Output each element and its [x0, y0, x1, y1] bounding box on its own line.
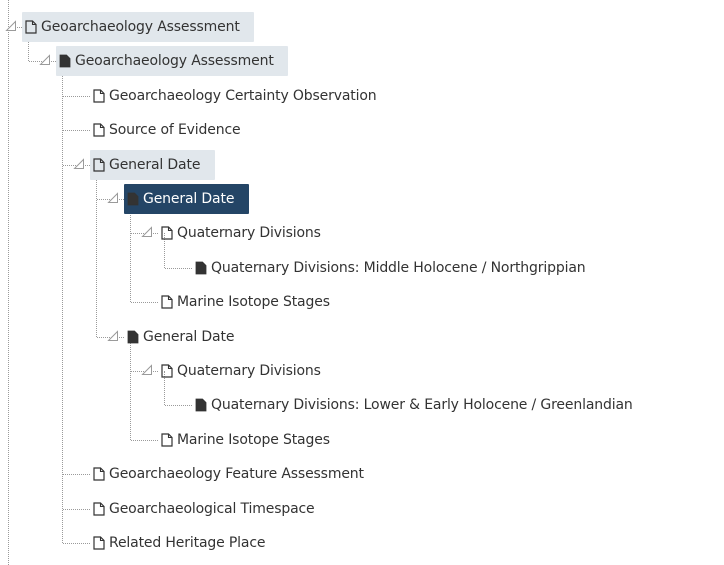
tree-connector-horizontal	[63, 543, 90, 544]
tree-connector-horizontal	[63, 96, 90, 97]
tree-node-label: Geoarchaeology Assessment	[75, 53, 274, 69]
tree-node-label: General Date	[143, 329, 235, 345]
tree-node-related-heritage-place[interactable]: Related Heritage Place	[90, 528, 280, 558]
tree-node-label: General Date	[109, 157, 201, 173]
tree-node-label: Quaternary Divisions	[177, 225, 321, 241]
tree-node-geoarchaeology-feature-assessment[interactable]: Geoarchaeology Feature Assessment	[90, 459, 378, 489]
document-outline-icon	[161, 295, 173, 309]
tree-node-geoarchaeological-timespace[interactable]: Geoarchaeological Timespace	[90, 494, 329, 524]
expand-toggle-icon-general-date-2[interactable]	[107, 330, 119, 342]
tree-connector-vertical	[130, 337, 131, 440]
document-filled-icon	[59, 54, 71, 68]
document-outline-icon	[161, 433, 173, 447]
document-filled-icon	[195, 261, 207, 275]
tree-node-marine-isotope-stages-2[interactable]: Marine Isotope Stages	[158, 425, 344, 455]
document-outline-icon	[93, 89, 105, 103]
resource-tree: Geoarchaeology Assessment Geoarchaeology …	[0, 0, 724, 565]
document-filled-icon	[127, 192, 139, 206]
tree-connector-horizontal	[63, 130, 90, 131]
expand-toggle-icon-quaternary-divisions-2[interactable]	[141, 364, 153, 376]
tree-node-geoarchaeology-assessment-root[interactable]: Geoarchaeology Assessment	[22, 12, 254, 42]
tree-node-source-of-evidence[interactable]: Source of Evidence	[90, 115, 255, 145]
tree-connector-horizontal	[63, 509, 90, 510]
expand-toggle-icon-general-date-group[interactable]	[73, 158, 85, 170]
tree-node-general-date-group[interactable]: General Date	[90, 150, 215, 180]
tree-node-quaternary-divisions-1[interactable]: Quaternary Divisions	[158, 218, 335, 248]
tree-node-label: Geoarchaeological Timespace	[109, 501, 315, 517]
document-outline-icon	[25, 20, 37, 34]
tree-node-label: Marine Isotope Stages	[177, 432, 330, 448]
tree-node-general-date-1[interactable]: General Date	[124, 184, 249, 214]
tree-connector-vertical	[96, 165, 97, 337]
tree-node-label: Related Heritage Place	[109, 535, 266, 551]
expand-toggle-icon-general-date-1[interactable]	[107, 192, 119, 204]
tree-connector-horizontal	[131, 302, 158, 303]
document-outline-icon	[161, 226, 173, 240]
tree-node-geoarchaeology-certainty-observation[interactable]: Geoarchaeology Certainty Observation	[90, 81, 391, 111]
document-outline-icon	[93, 123, 105, 137]
expand-toggle-icon-quaternary-divisions-1[interactable]	[141, 226, 153, 238]
tree-node-marine-isotope-stages-1[interactable]: Marine Isotope Stages	[158, 287, 344, 317]
tree-connector-horizontal	[63, 474, 90, 475]
tree-node-quaternary-divisions-middle-holocene[interactable]: Quaternary Divisions: Middle Holocene / …	[192, 253, 600, 283]
tree-node-label: Quaternary Divisions: Lower & Early Holo…	[211, 397, 633, 413]
tree-node-label: Source of Evidence	[109, 122, 241, 138]
tree-root-guide-line	[8, 0, 9, 565]
document-outline-icon	[93, 502, 105, 516]
tree-node-label: Geoarchaeology Certainty Observation	[109, 88, 377, 104]
expand-toggle-icon-geoarchaeology-assessment[interactable]	[39, 54, 51, 66]
document-outline-icon	[93, 467, 105, 481]
tree-node-label: Quaternary Divisions	[177, 363, 321, 379]
tree-connector-horizontal	[165, 268, 192, 269]
tree-connector-horizontal	[165, 405, 192, 406]
tree-connector-vertical	[62, 61, 63, 543]
tree-node-quaternary-divisions-2[interactable]: Quaternary Divisions	[158, 356, 335, 386]
document-filled-icon	[195, 398, 207, 412]
tree-connector-vertical	[130, 199, 131, 302]
tree-node-label: Geoarchaeology Assessment	[41, 19, 240, 35]
tree-connector-horizontal	[131, 440, 158, 441]
tree-node-quaternary-divisions-lower-early-holocene[interactable]: Quaternary Divisions: Lower & Early Holo…	[192, 390, 647, 420]
document-outline-icon	[161, 364, 173, 378]
tree-node-general-date-2[interactable]: General Date	[124, 322, 249, 352]
tree-node-label: Geoarchaeology Feature Assessment	[109, 466, 364, 482]
tree-node-geoarchaeology-assessment[interactable]: Geoarchaeology Assessment	[56, 46, 288, 76]
expand-toggle-icon-geoarchaeology-assessment-root[interactable]	[5, 20, 17, 32]
document-outline-icon	[93, 158, 105, 172]
document-filled-icon	[127, 330, 139, 344]
tree-node-label: General Date	[143, 191, 235, 207]
tree-node-label: Marine Isotope Stages	[177, 294, 330, 310]
tree-node-label: Quaternary Divisions: Middle Holocene / …	[211, 260, 586, 276]
document-outline-icon	[93, 536, 105, 550]
